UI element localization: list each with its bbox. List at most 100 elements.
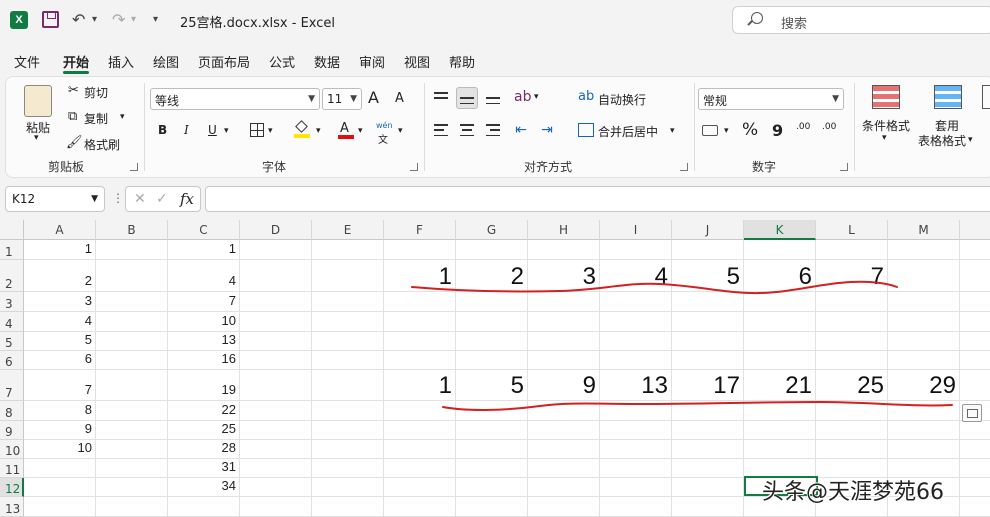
- increase-indent-icon[interactable]: ⇥: [536, 119, 558, 141]
- clipboard-launcher-icon[interactable]: [130, 163, 138, 171]
- paste-dropdown-icon[interactable]: ▾: [34, 133, 39, 143]
- align-center-icon[interactable]: [456, 119, 478, 141]
- fill-color-icon[interactable]: [294, 120, 310, 138]
- tab-insert[interactable]: 插入: [108, 52, 134, 71]
- row-header-6[interactable]: 6: [0, 351, 24, 370]
- format-as-table-icon[interactable]: [934, 85, 962, 109]
- column-header-h[interactable]: H: [528, 220, 600, 240]
- grow-font-button[interactable]: A: [368, 88, 379, 107]
- comma-style-button[interactable]: 9: [772, 121, 783, 140]
- conditional-formatting-icon[interactable]: [872, 85, 900, 109]
- format-painter-icon[interactable]: 🖌: [66, 135, 83, 150]
- phonetic-dropdown-icon[interactable]: ▾: [398, 126, 403, 136]
- wrap-text-button[interactable]: 自动换行: [598, 91, 646, 108]
- align-middle-icon[interactable]: [456, 87, 478, 109]
- column-header-i[interactable]: I: [600, 220, 672, 240]
- orientation-icon[interactable]: ab: [514, 89, 531, 105]
- alignment-launcher-icon[interactable]: [680, 163, 688, 171]
- decrease-indent-icon[interactable]: ⇤: [510, 119, 532, 141]
- font-color-icon[interactable]: A: [338, 121, 354, 139]
- column-header-c[interactable]: C: [168, 220, 240, 240]
- tab-view[interactable]: 视图: [404, 52, 430, 71]
- formula-input[interactable]: [205, 186, 990, 212]
- wrap-text-icon[interactable]: ab: [578, 89, 594, 104]
- conditional-formatting-button[interactable]: 条件格式: [862, 117, 910, 134]
- phonetic-guide-icon[interactable]: wén: [376, 121, 393, 130]
- row-header-7[interactable]: 7: [0, 370, 24, 401]
- format-as-table-button[interactable]: 表格格式: [918, 132, 966, 149]
- decrease-decimal-button[interactable]: .00: [822, 122, 836, 132]
- column-header-b[interactable]: B: [96, 220, 168, 240]
- orientation-dropdown-icon[interactable]: ▾: [534, 92, 539, 102]
- row-header-3[interactable]: 3: [0, 292, 24, 312]
- paste-options-icon[interactable]: [962, 404, 982, 422]
- increase-decimal-button[interactable]: .00: [796, 122, 810, 132]
- align-right-icon[interactable]: [482, 119, 504, 141]
- column-header-m[interactable]: M: [888, 220, 960, 240]
- worksheet-grid[interactable]: ABCDEFGHIJKLM 1 2 3 4 5 6 7 8 9 10 11 12 13 12345678…: [0, 220, 990, 517]
- font-size-select[interactable]: 11 ▼: [322, 88, 362, 110]
- align-bottom-icon[interactable]: [482, 87, 504, 109]
- tab-page-layout[interactable]: 页面布局: [198, 52, 250, 71]
- row-header-10[interactable]: 10: [0, 440, 24, 459]
- column-header-j[interactable]: J: [672, 220, 744, 240]
- select-all-corner[interactable]: [0, 220, 24, 240]
- font-launcher-icon[interactable]: [410, 163, 418, 171]
- more-options-icon[interactable]: ⋮: [112, 191, 124, 205]
- merge-dropdown-icon[interactable]: ▾: [670, 126, 675, 136]
- redo-icon[interactable]: ↷: [112, 10, 125, 29]
- insert-function-button[interactable]: fx: [180, 190, 194, 208]
- copy-icon[interactable]: ⧉: [68, 109, 77, 124]
- font-color-dropdown-icon[interactable]: ▾: [358, 126, 363, 136]
- column-header-g[interactable]: G: [456, 220, 528, 240]
- column-header-d[interactable]: D: [240, 220, 312, 240]
- fill-color-dropdown-icon[interactable]: ▾: [316, 126, 321, 136]
- paste-icon[interactable]: [24, 85, 52, 117]
- align-top-icon[interactable]: [430, 87, 452, 109]
- merge-center-icon[interactable]: [578, 123, 594, 137]
- customize-quick-access-icon[interactable]: ▾: [153, 14, 158, 25]
- shrink-font-button[interactable]: A: [395, 91, 404, 106]
- cell-styles-icon[interactable]: [982, 85, 990, 109]
- cut-icon[interactable]: ✂: [68, 83, 79, 98]
- percent-style-button[interactable]: %: [742, 120, 758, 140]
- underline-dropdown-icon[interactable]: ▾: [224, 126, 229, 136]
- bold-button[interactable]: B: [158, 123, 167, 137]
- cancel-icon[interactable]: ✕: [134, 191, 146, 207]
- redo-dropdown-icon[interactable]: ▾: [131, 14, 136, 25]
- tab-data[interactable]: 数据: [314, 52, 340, 71]
- undo-dropdown-icon[interactable]: ▾: [92, 14, 97, 25]
- format-painter-label[interactable]: 格式刷: [84, 136, 120, 153]
- underline-button[interactable]: U: [208, 123, 217, 137]
- cut-label[interactable]: 剪切: [84, 84, 108, 101]
- tab-help[interactable]: 帮助: [449, 52, 475, 71]
- number-format-select[interactable]: 常规 ▼: [698, 88, 844, 110]
- tab-file[interactable]: 文件: [14, 52, 40, 71]
- italic-button[interactable]: I: [184, 123, 189, 137]
- row-header-11[interactable]: 11: [0, 459, 24, 478]
- copy-dropdown-icon[interactable]: ▾: [120, 112, 125, 122]
- column-header-a[interactable]: A: [24, 220, 96, 240]
- column-header-l[interactable]: L: [816, 220, 888, 240]
- tab-home[interactable]: 开始: [63, 52, 89, 71]
- row-header-2[interactable]: 2: [0, 260, 24, 292]
- search-box[interactable]: 搜索: [732, 6, 990, 34]
- table-dropdown-icon[interactable]: ▾: [968, 135, 973, 145]
- row-header-12[interactable]: 12: [0, 478, 24, 497]
- row-header-13[interactable]: 13: [0, 497, 24, 517]
- tab-draw[interactable]: 绘图: [153, 52, 179, 71]
- enter-icon[interactable]: ✓: [156, 191, 168, 207]
- copy-label[interactable]: 复制: [84, 110, 108, 127]
- save-icon[interactable]: [42, 11, 59, 28]
- number-launcher-icon[interactable]: [840, 163, 848, 171]
- borders-icon[interactable]: [250, 123, 264, 137]
- borders-dropdown-icon[interactable]: ▾: [268, 126, 273, 136]
- tab-review[interactable]: 审阅: [359, 52, 385, 71]
- undo-icon[interactable]: ↶: [72, 10, 85, 29]
- accounting-dropdown-icon[interactable]: ▾: [724, 126, 729, 136]
- conditional-dropdown-icon[interactable]: ▾: [882, 133, 887, 143]
- column-header-e[interactable]: E: [312, 220, 384, 240]
- row-header-8[interactable]: 8: [0, 401, 24, 421]
- tab-formulas[interactable]: 公式: [269, 52, 295, 71]
- name-box[interactable]: K12 ▼: [5, 186, 105, 212]
